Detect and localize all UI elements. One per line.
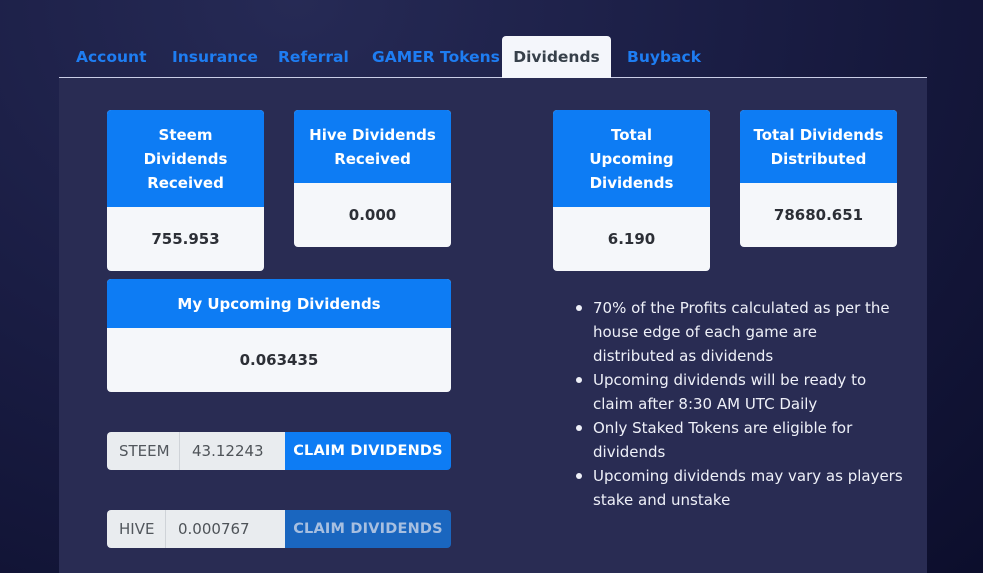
total-upcoming-value: 6.190 [607, 230, 656, 248]
total-upcoming-card: Total Upcoming Dividends 6.190 [553, 110, 710, 271]
hive-dividends-card: Hive Dividends Received 0.000 [294, 110, 451, 247]
hive-claim-amount-field[interactable]: 0.000767 [166, 510, 285, 548]
total-distributed-card: Total Dividends Distributed 78680.651 [740, 110, 897, 247]
tab-buyback[interactable]: Buyback [627, 36, 701, 77]
info-list-item: Only Staked Tokens are eligible for divi… [573, 416, 903, 464]
my-upcoming-value: 0.063435 [239, 351, 319, 369]
total-distributed-title: Total Dividends Distributed [740, 110, 897, 183]
claim-steem-dividends-button[interactable]: CLAIM DIVIDENDS [285, 432, 451, 470]
steem-dividends-card: Steem Dividends Received 755.953 [107, 110, 264, 271]
my-upcoming-title: My Upcoming Dividends [107, 279, 451, 328]
steem-currency-label: STEEM [107, 432, 180, 470]
info-list-item: Upcoming dividends may vary as players s… [573, 464, 903, 512]
total-distributed-value: 78680.651 [773, 206, 864, 224]
info-list-item: 70% of the Profits calculated as per the… [573, 296, 903, 368]
steem-dividends-value: 755.953 [151, 230, 220, 248]
claim-hive-dividends-button[interactable]: CLAIM DIVIDENDS [285, 510, 451, 548]
steem-claim-group: STEEM 43.12243 CLAIM DIVIDENDS [107, 432, 451, 470]
info-list-item: Upcoming dividends will be ready to clai… [573, 368, 903, 416]
dividends-info-list: 70% of the Profits calculated as per the… [573, 296, 903, 512]
dividends-tab-bar: Account Insurance Referral GAMER Tokens … [59, 36, 927, 78]
hive-dividends-value: 0.000 [348, 206, 397, 224]
hive-currency-label: HIVE [107, 510, 166, 548]
tab-gamer-tokens[interactable]: GAMER Tokens [372, 36, 500, 77]
tab-insurance[interactable]: Insurance [172, 36, 258, 77]
hive-claim-group: HIVE 0.000767 CLAIM DIVIDENDS [107, 510, 451, 548]
tab-dividends[interactable]: Dividends [502, 36, 611, 78]
steem-claim-amount-field[interactable]: 43.12243 [180, 432, 285, 470]
hive-dividends-title: Hive Dividends Received [294, 110, 451, 183]
tab-referral[interactable]: Referral [278, 36, 349, 77]
tab-account[interactable]: Account [76, 36, 147, 77]
my-upcoming-card: My Upcoming Dividends 0.063435 [107, 279, 451, 392]
total-upcoming-title: Total Upcoming Dividends [553, 110, 710, 207]
steem-dividends-title: Steem Dividends Received [107, 110, 264, 207]
